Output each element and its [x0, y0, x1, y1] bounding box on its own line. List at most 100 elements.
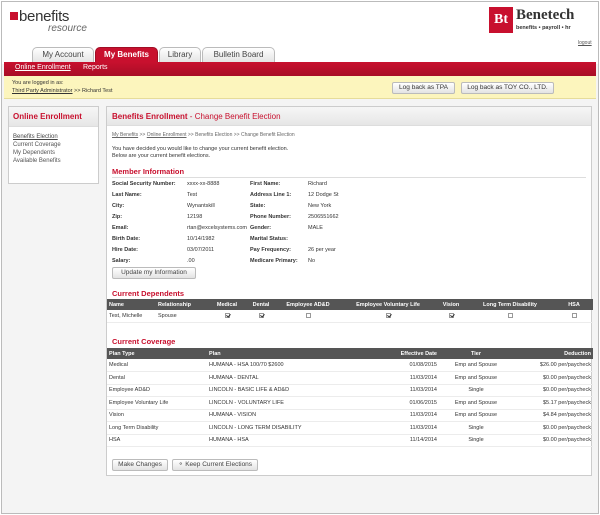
pay-frequency-label: Pay Frequency:: [250, 247, 291, 253]
medicare-value: No: [308, 258, 316, 264]
vision-checkbox[interactable]: [448, 312, 454, 318]
tier: Emp and Spouse: [439, 409, 513, 422]
coverage-table: Plan Type Plan Effective Date Tier Deduc…: [107, 348, 593, 447]
benetech-logo: Bt Benetech benefits • payroll • hr: [489, 7, 591, 39]
page-title-main: Benefits Enrollment: [112, 112, 188, 121]
state-value: New York: [308, 203, 332, 209]
app-window: benefits resource Bt Benetech benefits •…: [1, 1, 599, 514]
table-row: Employee Voluntary Life LINCOLN - VOLUNTA…: [107, 396, 593, 410]
dependent-relationship: Spouse: [156, 310, 209, 323]
crumb-online-enrollment[interactable]: Online Enrollment: [147, 132, 187, 138]
keep-current-label: Keep Current Elections: [185, 461, 253, 468]
col-add: Employee AD&D: [277, 299, 339, 310]
plan-name: HUMANA - DENTAL: [207, 371, 367, 385]
divider: [112, 177, 586, 178]
table-row: Long Term Disability LINCOLN - LONG TERM …: [107, 421, 593, 435]
marital-status-label: Marital Status:: [250, 236, 288, 242]
intro-line-1: You have decided you would like to chang…: [112, 146, 289, 152]
log-back-toy-button[interactable]: Log back as TOY CO., LTD.: [461, 82, 554, 94]
plan-type: Employee Voluntary Life: [107, 396, 207, 410]
phone-label: Phone Number:: [250, 214, 291, 220]
nav-reports[interactable]: Reports: [83, 64, 108, 71]
coverage-heading: Current Coverage: [112, 337, 176, 346]
last-name-label: Last Name:: [112, 192, 142, 198]
sidebar-item-my-dependents[interactable]: My Dependents: [13, 149, 94, 157]
hsa-checkbox[interactable]: [571, 312, 577, 318]
log-back-tpa-button[interactable]: Log back as TPA: [392, 82, 455, 94]
deduction: $0.00 per/paycheck: [513, 421, 593, 435]
col-plan-type: Plan Type: [107, 348, 207, 359]
logo-sub-text: resource: [48, 23, 87, 34]
sub-nav: Online Enrollment Reports: [4, 62, 596, 76]
make-changes-button[interactable]: Make Changes: [112, 459, 168, 471]
col-deduction: Deduction: [513, 348, 593, 359]
benetech-tagline: benefits • payroll • hr: [516, 25, 571, 31]
sidebar-item-available-benefits[interactable]: Available Benefits: [13, 157, 94, 165]
benefits-resource-logo: benefits resource: [10, 8, 94, 36]
col-plan: Plan: [207, 348, 367, 359]
plan-name: LINCOLN - BASIC LIFE & AD&D: [207, 384, 367, 397]
crumb-my-benefits[interactable]: My Benefits: [112, 132, 138, 138]
phone-value: 2506551662: [308, 214, 339, 220]
zip-value: 12198: [187, 214, 203, 220]
tier: Emp and Spouse: [439, 396, 513, 410]
tpa-link[interactable]: Third Party Administrator: [12, 88, 73, 94]
dental-checkbox[interactable]: [258, 312, 264, 318]
page-title-sub: - Change Benefit Election: [187, 112, 281, 121]
sidebar: Online Enrollment Benefits Election Curr…: [8, 106, 99, 184]
plan-type: Vision: [107, 409, 207, 422]
email-label: Email:: [112, 225, 129, 231]
ltd-checkbox[interactable]: [507, 312, 513, 318]
deduction: $0.00 per/paycheck: [513, 384, 593, 397]
address-value: 12 Dodge St: [308, 192, 339, 198]
logout-link[interactable]: logout: [578, 40, 592, 46]
deduction: $4.84 per/paycheck: [513, 409, 593, 422]
member-info-heading: Member Information: [112, 167, 185, 176]
gender-value: MALE: [308, 225, 323, 231]
update-info-button[interactable]: Update my Information: [112, 267, 196, 279]
add-checkbox[interactable]: [305, 312, 311, 318]
tab-library[interactable]: Library: [159, 47, 201, 62]
tier: Emp and Spouse: [439, 371, 513, 385]
col-ltd: Long Term Disability: [465, 299, 555, 310]
intro-text: You have decided you would like to chang…: [112, 146, 288, 160]
address-label: Address Line 1:: [250, 192, 292, 198]
logged-in-user: Third Party Administrator >> Richard Tes…: [12, 88, 112, 94]
effective-date: 11/14/2014: [367, 434, 439, 447]
tab-my-benefits[interactable]: My Benefits: [95, 47, 158, 62]
plan-type: Long Term Disability: [107, 421, 207, 435]
col-voluntary-life: Employee Voluntary Life: [339, 299, 437, 310]
plan-type: Dental: [107, 371, 207, 385]
main-panel: Benefits Enrollment - Change Benefit Ele…: [106, 106, 593, 476]
plan-type: Employee AD&D: [107, 384, 207, 397]
table-row: Test, Michelle Spouse: [107, 310, 593, 323]
voluntary-life-checkbox[interactable]: [385, 312, 391, 318]
crumb-benefits-election: Benefits Election: [195, 132, 233, 138]
birth-date-value: 10/14/1982: [187, 236, 215, 242]
birth-date-label: Birth Date:: [112, 236, 141, 242]
bt-logo-icon: Bt: [489, 7, 513, 33]
dependent-name: Test, Michelle: [107, 310, 156, 323]
login-bar: You are logged in as: Third Party Admini…: [4, 76, 596, 99]
tier: Single: [439, 384, 513, 397]
plan-type: Medical: [107, 359, 207, 372]
tab-bulletin-board[interactable]: Bulletin Board: [202, 47, 275, 62]
sidebar-item-current-coverage[interactable]: Current Coverage: [13, 141, 94, 149]
effective-date: 11/03/2014: [367, 409, 439, 422]
sidebar-item-benefits-election[interactable]: Benefits Election: [13, 133, 94, 141]
deduction: $0.00 per/paycheck: [513, 371, 593, 385]
nav-online-enrollment[interactable]: Online Enrollment: [15, 64, 71, 71]
col-medical: Medical: [209, 299, 245, 310]
keep-current-elections-button[interactable]: ⚬ Keep Current Elections: [172, 459, 258, 471]
medical-checkbox[interactable]: [224, 312, 230, 318]
col-effective-date: Effective Date: [367, 348, 439, 359]
col-relationship: Relationship: [156, 299, 209, 310]
coverage-header-row: Plan Type Plan Effective Date Tier Deduc…: [107, 348, 593, 359]
logged-in-label: You are logged in as:: [12, 80, 64, 86]
effective-date: 11/03/2014: [367, 384, 439, 397]
effective-date: 11/03/2014: [367, 371, 439, 385]
tab-my-account[interactable]: My Account: [32, 47, 94, 62]
last-name-value: Test: [187, 192, 198, 198]
deduction: $26.00 per/paycheck: [513, 359, 593, 372]
first-name-value: Richard: [308, 181, 327, 187]
